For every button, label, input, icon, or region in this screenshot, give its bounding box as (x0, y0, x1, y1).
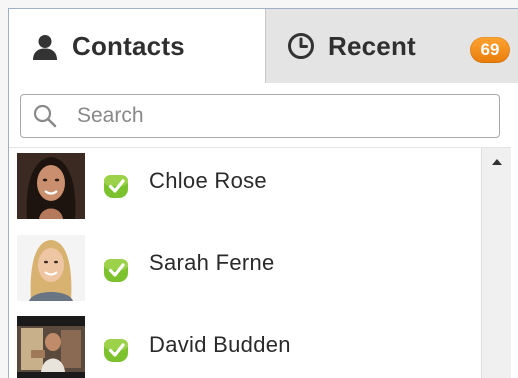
contact-name: Sarah Ferne (149, 250, 275, 275)
contact-row-sarah-ferne[interactable]: Sarah Ferne (9, 228, 479, 308)
contact-row-chloe-rose[interactable]: Chloe Rose (9, 148, 479, 228)
contact-name: Chloe Rose (149, 168, 267, 193)
online-status-icon (104, 175, 128, 198)
tab-recent[interactable]: Recent 69 (266, 9, 518, 83)
tab-contacts[interactable]: Contacts (9, 9, 266, 84)
avatar (17, 316, 85, 378)
list-scrollbar[interactable] (481, 148, 511, 378)
person-icon (33, 34, 57, 60)
online-status-icon (104, 259, 128, 282)
contact-row-david-budden[interactable]: David Budden (9, 308, 479, 378)
clock-icon (288, 33, 314, 59)
tab-contacts-label: Contacts (72, 31, 185, 61)
tab-recent-label: Recent (328, 30, 416, 61)
panel-edge (511, 147, 518, 378)
search-input[interactable] (75, 103, 479, 129)
search-icon (33, 104, 57, 128)
search-box[interactable] (20, 94, 500, 138)
recent-count-badge: 69 (470, 37, 510, 63)
scroll-up-arrow-icon (492, 159, 502, 165)
contact-list: Chloe Rose Sarah Ferne David Budden (9, 147, 518, 378)
search-bar (9, 83, 518, 147)
contact-name: David Budden (149, 332, 291, 357)
tab-bar: Contacts Recent 69 (9, 9, 518, 84)
avatar (17, 153, 85, 219)
avatar (17, 235, 85, 301)
contacts-panel: Contacts Recent 69 Search Chloe Rose Sar… (8, 8, 518, 378)
scroll-up-button[interactable] (482, 148, 512, 176)
online-status-icon (104, 339, 128, 362)
